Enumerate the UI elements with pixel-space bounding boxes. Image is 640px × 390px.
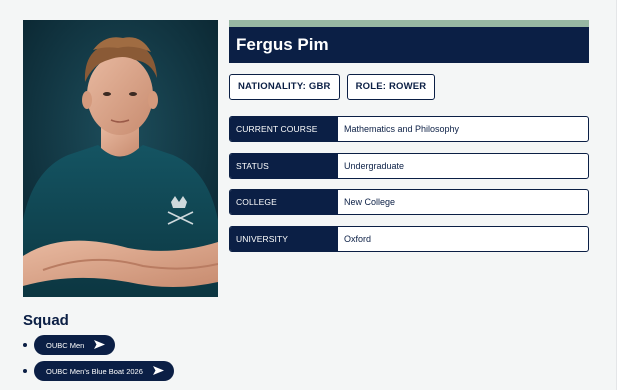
athlete-details: CURRENT COURSE Mathematics and Philosoph… [229, 116, 589, 252]
page-scroll-gutter [616, 0, 640, 390]
athlete-tags: NATIONALITY: GBR ROLE: ROWER [229, 74, 589, 100]
bullet [23, 369, 27, 373]
squad-section: Squad OUBC Men OUBC Men's Blue Boat 2026 [23, 312, 323, 387]
detail-value: New College [344, 197, 396, 207]
paper-plane-icon [152, 365, 164, 377]
squad-link-label: OUBC Men [46, 340, 85, 350]
detail-value: Oxford [344, 233, 372, 244]
squad-link-label: OUBC Men's Blue Boat 2026 [46, 366, 143, 376]
detail-row-current-course: CURRENT COURSE Mathematics and Philosoph… [229, 116, 589, 142]
detail-row-university: UNIVERSITY Oxford [229, 225, 589, 252]
detail-label: CURRENT COURSE [230, 117, 338, 141]
bullet [23, 343, 27, 347]
detail-row-college: COLLEGE New College [229, 189, 589, 215]
detail-label: UNIVERSITY [230, 226, 338, 251]
detail-label: STATUS [230, 153, 338, 178]
athlete-portrait [23, 20, 218, 297]
list-item: OUBC Men's Blue Boat 2026 [23, 361, 323, 381]
detail-value: Undergraduate [344, 160, 405, 171]
paper-plane-icon [94, 339, 106, 351]
detail-label: COLLEGE [230, 190, 338, 214]
list-item: OUBC Men [23, 335, 323, 355]
squad-list: OUBC Men OUBC Men's Blue Boat 2026 [23, 335, 323, 381]
squad-link-blue-boat-2026[interactable]: OUBC Men's Blue Boat 2026 [34, 361, 174, 381]
detail-value: Mathematics and Philosophy [344, 124, 460, 134]
squad-heading: Squad [23, 312, 69, 329]
athlete-name: Fergus Pim [229, 27, 589, 63]
detail-row-status: STATUS Undergraduate [229, 152, 589, 179]
nationality-tag: NATIONALITY: GBR [229, 74, 340, 100]
role-tag: ROLE: ROWER [346, 74, 436, 100]
squad-link-oubc-men[interactable]: OUBC Men [34, 335, 116, 355]
athlete-profile-panel: Fergus Pim NATIONALITY: GBR ROLE: ROWER … [229, 20, 589, 262]
accent-bar [229, 20, 589, 27]
